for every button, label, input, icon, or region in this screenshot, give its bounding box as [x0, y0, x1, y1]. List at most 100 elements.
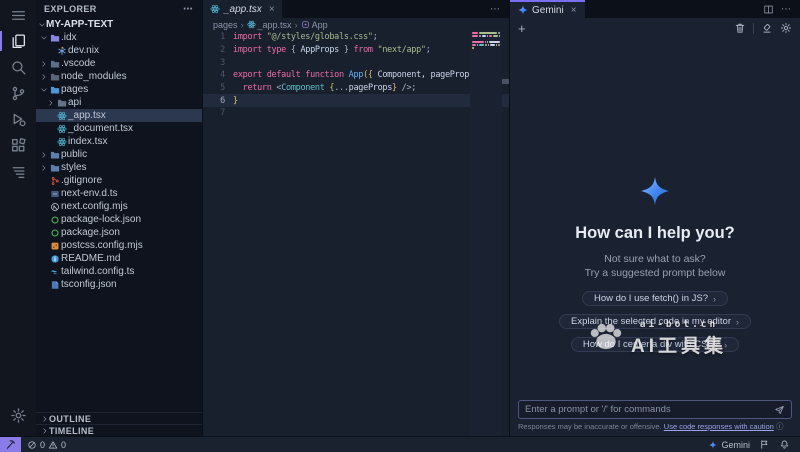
split-editor-icon[interactable]: [763, 4, 774, 15]
tree-item-idx[interactable]: .idx: [36, 31, 202, 44]
source-control-icon[interactable]: [0, 80, 36, 106]
folder-api-icon: [55, 98, 68, 108]
close-icon[interactable]: ×: [571, 5, 577, 16]
tab-label: Gemini: [532, 5, 564, 16]
extensions-icon[interactable]: [0, 132, 36, 158]
new-chat-icon[interactable]: +: [518, 22, 526, 35]
tree-item-vscode[interactable]: .vscode: [36, 57, 202, 70]
tree-item-label: public: [61, 149, 87, 160]
chevron-right-icon: [46, 99, 55, 107]
problems-status[interactable]: 0 0: [27, 440, 66, 450]
tree-item-label: README.md: [61, 253, 120, 264]
breadcrumb-item-app-tsx[interactable]: _app.tsx: [247, 20, 292, 30]
eraser-icon[interactable]: [761, 22, 773, 34]
tree-item-label: MY-APP-TEXT: [46, 19, 113, 30]
gemini-status-item[interactable]: Gemini: [709, 440, 750, 450]
gear-icon[interactable]: [780, 22, 792, 34]
react-icon: [55, 111, 68, 121]
explorer-more-icon[interactable]: ⋯: [183, 4, 194, 15]
line-number: 6: [203, 96, 233, 106]
postcss-icon: [48, 241, 61, 251]
tree-item-tsconfig-json[interactable]: tsconfig.json: [36, 278, 202, 291]
react-icon: [55, 124, 68, 134]
tree-item-label: _document.tsx: [68, 123, 133, 134]
scrollbar-thumb[interactable]: [502, 79, 509, 84]
folder-node-icon: [48, 72, 61, 82]
caution-link[interactable]: Use code responses with caution: [664, 422, 774, 431]
code-line-6: 6}: [203, 94, 509, 107]
code-line-3: 3: [203, 56, 509, 69]
bell-icon[interactable]: [779, 439, 790, 450]
suggestion-explain-the-selected-code-in[interactable]: Explain the selected code in my editor›: [559, 314, 751, 329]
status-bar: 0 0 Gemini: [0, 436, 800, 452]
minimap[interactable]: [470, 31, 502, 436]
tab-label: _app.tsx: [224, 4, 262, 15]
code-area[interactable]: 1import "@/styles/globals.css";2import t…: [203, 31, 509, 436]
tree-item-app-tsx[interactable]: _app.tsx: [36, 109, 202, 122]
panel-timeline[interactable]: TIMELINE: [36, 424, 202, 436]
tree-item-api[interactable]: api: [36, 96, 202, 109]
prompt-input[interactable]: [525, 404, 774, 415]
gear-icon[interactable]: [0, 402, 36, 428]
explorer-icon[interactable]: [0, 28, 36, 54]
trash-icon[interactable]: [734, 22, 746, 34]
editor-tab-strip: _app.tsx × ⋯: [203, 0, 509, 18]
sidebar-spacer: [36, 291, 202, 412]
tree-item-postcss-config-mjs[interactable]: postcss.config.mjs: [36, 239, 202, 252]
suggestion-how-do-i-use-fetch-in-js[interactable]: How do I use fetch() in JS?›: [582, 291, 728, 306]
suggestion-how-do-i-center-a-div-with-c[interactable]: How do I center a div with CSS?›: [571, 337, 739, 352]
editor-actions: ⋯: [482, 0, 509, 18]
menu-icon[interactable]: [0, 2, 36, 28]
search-icon[interactable]: [0, 54, 36, 80]
tab-app-tsx[interactable]: _app.tsx ×: [203, 0, 282, 18]
tab-gemini[interactable]: Gemini ×: [510, 0, 585, 18]
breadcrumb-item-pages[interactable]: pages: [213, 20, 238, 30]
tree-item-package-lock-json[interactable]: package-lock.json: [36, 213, 202, 226]
tree-item-next-env-d-ts[interactable]: next-env.d.ts: [36, 187, 202, 200]
breadcrumb-item-app[interactable]: App: [301, 20, 328, 30]
tree-item-label: node_modules: [61, 71, 127, 82]
tree-item-package-json[interactable]: package.json: [36, 226, 202, 239]
chevron-right-icon: [40, 415, 49, 423]
tree-item-index-tsx[interactable]: index.tsx: [36, 135, 202, 148]
gemini-tab-strip: Gemini × ⋯: [510, 0, 800, 18]
warning-icon: [48, 440, 58, 450]
error-icon: [27, 440, 37, 450]
warning-count: 0: [61, 440, 66, 450]
stack-icon[interactable]: [0, 158, 36, 184]
code-text: import "@/styles/globals.css";: [233, 32, 509, 42]
tree-item-my-app-text[interactable]: MY-APP-TEXT: [36, 18, 202, 31]
tree-item-node-modules[interactable]: node_modules: [36, 70, 202, 83]
code-text: export default function App({ Component,…: [233, 70, 509, 80]
code-text: return <Component {...pageProps} />;: [233, 83, 509, 93]
breadcrumb-separator: ›: [241, 20, 244, 30]
tree-item-tailwind-config-ts[interactable]: tailwind.config.ts: [36, 265, 202, 278]
tree-item-pages[interactable]: pages: [36, 83, 202, 96]
tree-item-styles[interactable]: styles: [36, 161, 202, 174]
suggested-prompts: How do I use fetch() in JS?› Explain the …: [559, 291, 751, 352]
gemini-empty-state: How can I help you? Not sure what to ask…: [510, 176, 800, 352]
git-icon: [48, 176, 61, 186]
tree-item-readme-md[interactable]: README.md: [36, 252, 202, 265]
tree-item-next-config-mjs[interactable]: next.config.mjs: [36, 200, 202, 213]
chevron-right-icon: [39, 73, 48, 81]
tree-item-public[interactable]: public: [36, 148, 202, 161]
send-icon[interactable]: [774, 404, 785, 415]
editor-group: _app.tsx × ⋯ pages›_app.tsx›App 1import …: [203, 0, 509, 436]
code-line-5: 5 return <Component {...pageProps} />;: [203, 82, 509, 95]
error-count: 0: [40, 440, 45, 450]
close-icon[interactable]: ×: [269, 4, 275, 15]
remote-indicator[interactable]: [0, 437, 21, 452]
breadcrumb: pages›_app.tsx›App: [203, 18, 509, 31]
run-debug-icon[interactable]: [0, 106, 36, 132]
prompt-input-box: [518, 400, 792, 419]
main-area: EXPLORER ⋯ MY-APP-TEXT.idxdev.nix.vscode…: [0, 0, 800, 436]
tree-item-dev-nix[interactable]: dev.nix: [36, 44, 202, 57]
feedback-flag-icon[interactable]: [759, 439, 770, 450]
chevron-right-icon: [39, 60, 48, 68]
editor-more-icon[interactable]: ⋯: [490, 4, 501, 15]
gemini-more-icon[interactable]: ⋯: [781, 4, 792, 15]
tree-item-gitignore[interactable]: .gitignore: [36, 174, 202, 187]
panel-outline[interactable]: OUTLINE: [36, 412, 202, 424]
tree-item-document-tsx[interactable]: _document.tsx: [36, 122, 202, 135]
